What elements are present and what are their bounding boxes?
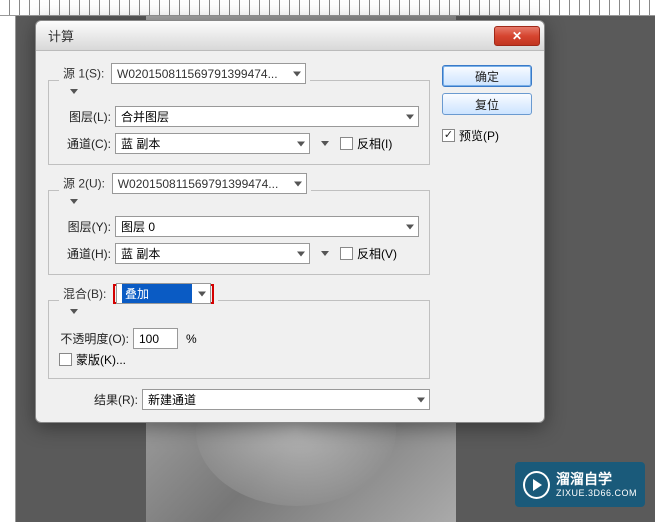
checkbox-icon: [340, 247, 353, 260]
source2-channel-label: 通道(H):: [59, 245, 111, 262]
result-dropdown[interactable]: 新建通道: [142, 389, 430, 410]
titlebar[interactable]: 计算 ✕: [36, 21, 544, 51]
checkbox-icon: [340, 137, 353, 150]
blend-group: 混合(B): 叠加 不透明度(O): % 蒙版: [48, 283, 430, 379]
checkbox-icon: [59, 353, 72, 366]
ruler-vertical: [0, 16, 16, 522]
source2-layer-label: 图层(Y):: [59, 218, 111, 235]
calculations-dialog: 计算 ✕ 源 1(S): W020150811569791399474... 图…: [35, 20, 545, 423]
ok-button[interactable]: 确定: [442, 65, 532, 87]
chevron-down-icon[interactable]: [67, 304, 81, 318]
watermark-text: 溜溜自学 ZIXUE.3D66.COM: [556, 471, 637, 499]
opacity-input[interactable]: [133, 328, 178, 349]
source1-layer-label: 图层(L):: [59, 108, 111, 125]
result-label: 结果(R):: [58, 391, 138, 408]
source2-invert-checkbox[interactable]: 反相(V): [340, 245, 397, 262]
source1-channel-label: 通道(C):: [59, 135, 111, 152]
close-icon: ✕: [512, 29, 522, 43]
checkbox-icon: [442, 129, 455, 142]
source1-dropdown[interactable]: W020150811569791399474...: [111, 63, 306, 84]
blend-highlight: 叠加: [113, 284, 214, 304]
source1-legend: 源 1(S): W020150811569791399474...: [59, 63, 310, 98]
blend-dropdown[interactable]: 叠加: [116, 283, 211, 304]
source2-layer-dropdown[interactable]: 图层 0: [115, 216, 419, 237]
source2-group: 源 2(U): W020150811569791399474... 图层(Y):…: [48, 173, 430, 275]
source1-group: 源 1(S): W020150811569791399474... 图层(L):…: [48, 63, 430, 165]
play-icon: [523, 471, 550, 499]
source2-channel-dropdown[interactable]: 蓝 副本: [115, 243, 310, 264]
blend-legend: 混合(B): 叠加: [59, 283, 218, 318]
reset-button[interactable]: 复位: [442, 93, 532, 115]
source1-layer-dropdown[interactable]: 合并图层: [115, 106, 419, 127]
watermark: 溜溜自学 ZIXUE.3D66.COM: [515, 462, 645, 507]
ruler-horizontal: [0, 0, 655, 16]
preview-checkbox[interactable]: 预览(P): [442, 127, 532, 144]
source1-channel-dropdown[interactable]: 蓝 副本: [115, 133, 310, 154]
mask-checkbox[interactable]: 蒙版(K)...: [59, 351, 126, 368]
percent-label: %: [186, 332, 197, 346]
chevron-down-icon[interactable]: [318, 247, 332, 261]
opacity-label: 不透明度(O):: [59, 330, 129, 347]
chevron-down-icon[interactable]: [318, 137, 332, 151]
dialog-title: 计算: [48, 26, 74, 45]
chevron-down-icon[interactable]: [67, 84, 81, 98]
close-button[interactable]: ✕: [494, 26, 540, 46]
source2-legend: 源 2(U): W020150811569791399474...: [59, 173, 311, 208]
chevron-down-icon[interactable]: [67, 194, 81, 208]
source1-invert-checkbox[interactable]: 反相(I): [340, 135, 392, 152]
source2-dropdown[interactable]: W020150811569791399474...: [112, 173, 307, 194]
